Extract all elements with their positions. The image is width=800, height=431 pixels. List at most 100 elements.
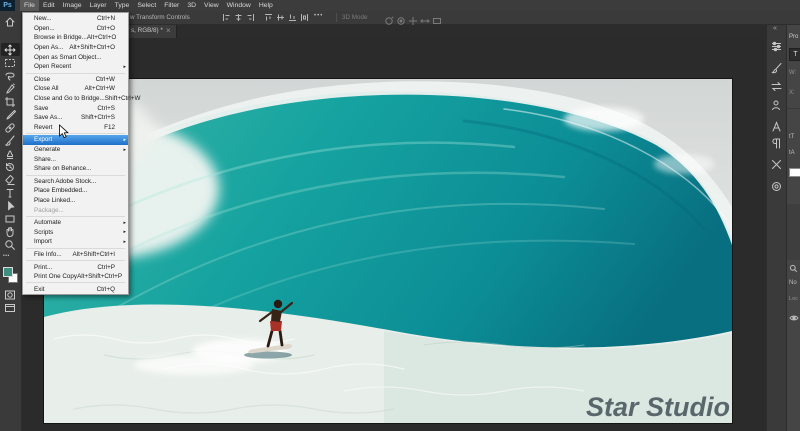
- shape-tool-icon[interactable]: [4, 213, 17, 225]
- marquee-tool-icon[interactable]: [4, 57, 17, 69]
- menu-item-export[interactable]: Export▸: [23, 135, 128, 145]
- layer-visibility-eye-icon[interactable]: [789, 314, 799, 324]
- show-transform-controls-label[interactable]: w Transform Controls: [130, 14, 190, 21]
- color-panel-icon[interactable]: [770, 40, 784, 53]
- screen-mode-icon[interactable]: [4, 302, 17, 314]
- x-field-label: X:: [789, 90, 795, 96]
- menubar-item-filter[interactable]: Filter: [160, 0, 183, 11]
- submenu-arrow-icon: ▸: [123, 147, 126, 153]
- move-tool-icon[interactable]: [4, 44, 17, 56]
- menu-item-close-all[interactable]: Close AllAlt+Ctrl+W: [23, 84, 128, 94]
- options-overflow-icon[interactable]: •••: [314, 13, 323, 19]
- menubar-item-help[interactable]: Help: [255, 0, 277, 11]
- menu-item-generate[interactable]: Generate▸: [23, 145, 128, 155]
- menu-item-exit[interactable]: ExitCtrl+Q: [23, 284, 128, 294]
- menu-item-new[interactable]: New...Ctrl+N: [23, 14, 128, 24]
- menubar-item-window[interactable]: Window: [223, 0, 255, 11]
- lasso-tool-icon[interactable]: [4, 70, 17, 82]
- menu-item-import[interactable]: Import▸: [23, 237, 128, 247]
- document-image[interactable]: Star Studio: [44, 79, 732, 423]
- menubar-item-edit[interactable]: Edit: [39, 0, 59, 11]
- history-brush-tool-icon[interactable]: [4, 161, 17, 173]
- hand-tool-icon[interactable]: [4, 226, 17, 238]
- brush-tool-icon[interactable]: [4, 135, 17, 147]
- paragraph-panel-icon[interactable]: [770, 137, 784, 150]
- menu-separator: [26, 248, 125, 249]
- menubar-item-type[interactable]: Type: [111, 0, 134, 11]
- eyedropper-tool-icon[interactable]: [4, 109, 17, 121]
- menu-item-share-on-behance[interactable]: Share on Behance...: [23, 164, 128, 174]
- menu-item-open-as-smart-object[interactable]: Open as Smart Object...: [23, 52, 128, 62]
- surfer-wake: [134, 355, 254, 375]
- clone-source-panel-icon[interactable]: [770, 80, 784, 93]
- path-selection-tool-icon[interactable]: [4, 200, 17, 212]
- zoom-tool-icon[interactable]: [4, 239, 17, 251]
- character-panel-icon[interactable]: [770, 120, 784, 133]
- opentype-ta-button[interactable]: tA: [789, 150, 795, 156]
- home-icon[interactable]: [4, 16, 17, 28]
- menu-item-save[interactable]: SaveCtrl+S: [23, 103, 128, 113]
- crop-tool-icon[interactable]: [4, 96, 17, 108]
- adjustments-panel-icon[interactable]: [770, 158, 784, 171]
- 3d-zoom-icon[interactable]: [432, 13, 442, 23]
- menu-item-place-embedded[interactable]: Place Embedded...: [23, 186, 128, 196]
- menu-item-close[interactable]: CloseCtrl+W: [23, 75, 128, 85]
- toolbar-overflow-icon[interactable]: •••: [3, 253, 10, 259]
- menu-item-package: Package...: [23, 205, 128, 215]
- menu-item-browse-in-bridge[interactable]: Browse in Bridge...Alt+Ctrl+O: [23, 33, 128, 43]
- menubar-item-image[interactable]: Image: [59, 0, 86, 11]
- menu-item-close-and-go-to-bridge[interactable]: Close and Go to Bridge...Shift+Ctrl+W: [23, 94, 128, 104]
- menu-item-save-as[interactable]: Save As...Shift+Ctrl+S: [23, 113, 128, 123]
- type-properties-button[interactable]: T: [789, 48, 800, 61]
- align-top-icon[interactable]: [264, 13, 273, 22]
- foreground-color-swatch[interactable]: [3, 267, 13, 277]
- type-tool-icon[interactable]: [4, 187, 17, 199]
- brush-settings-panel-icon[interactable]: [770, 62, 784, 75]
- menubar-item-select[interactable]: Select: [133, 0, 160, 11]
- align-bottom-icon[interactable]: [288, 13, 297, 22]
- healing-brush-tool-icon[interactable]: [4, 122, 17, 134]
- close-tab-icon[interactable]: ×: [166, 26, 171, 36]
- styles-panel-icon[interactable]: [770, 180, 784, 193]
- distribute-icon[interactable]: [300, 13, 309, 22]
- menubar-item-3d[interactable]: 3D: [183, 0, 200, 11]
- menu-item-open[interactable]: Open...Ctrl+O: [23, 24, 128, 34]
- align-left-icon[interactable]: [222, 13, 231, 22]
- align-right-icon[interactable]: [246, 13, 255, 22]
- quick-selection-tool-icon[interactable]: [4, 83, 17, 95]
- eraser-tool-icon[interactable]: [4, 174, 17, 186]
- menu-item-scripts[interactable]: Scripts▸: [23, 227, 128, 237]
- quick-mask-icon[interactable]: [4, 289, 17, 301]
- menubar-item-layer[interactable]: Layer: [86, 0, 111, 11]
- align-center-h-icon[interactable]: [234, 13, 243, 22]
- menu-item-print[interactable]: Print...Ctrl+P: [23, 262, 128, 272]
- menu-item-automate[interactable]: Automate▸: [23, 218, 128, 228]
- text-color-swatch[interactable]: [789, 168, 800, 177]
- menu-item-open-recent[interactable]: Open Recent▸: [23, 62, 128, 72]
- clone-stamp-tool-icon[interactable]: [4, 148, 17, 160]
- panel-divider: [787, 108, 800, 109]
- photoshop-window: Ps File Edit Image Layer Type Select Fil…: [0, 0, 800, 431]
- watermark-text: Star Studio: [586, 392, 730, 422]
- menu-item-revert[interactable]: RevertF12: [23, 123, 128, 133]
- 3d-roll-icon[interactable]: [396, 13, 406, 23]
- menu-item-print-one-copy[interactable]: Print One CopyAlt+Shift+Ctrl+P: [23, 272, 128, 282]
- document-tab-bar: s, RGB/8) * ×: [21, 24, 766, 38]
- 3d-pan-icon[interactable]: [408, 13, 418, 23]
- menu-item-place-linked[interactable]: Place Linked...: [23, 196, 128, 206]
- blend-mode-fragment[interactable]: No: [789, 280, 797, 286]
- opentype-tt-button[interactable]: tT: [789, 134, 794, 140]
- menu-item-share[interactable]: Share...: [23, 154, 128, 164]
- menubar-item-view[interactable]: View: [200, 0, 223, 11]
- 3d-orbit-icon[interactable]: [384, 13, 394, 23]
- submenu-arrow-icon: ▸: [123, 229, 126, 235]
- align-center-v-icon[interactable]: [276, 13, 285, 22]
- menu-item-search-adobe-stock[interactable]: Search Adobe Stock...: [23, 177, 128, 187]
- expand-panels-icon[interactable]: «: [773, 25, 777, 32]
- menubar-item-file[interactable]: File: [20, 0, 39, 11]
- layers-search-icon[interactable]: [789, 264, 798, 275]
- 3d-slide-icon[interactable]: [420, 13, 430, 23]
- libraries-panel-icon[interactable]: [770, 99, 784, 112]
- menu-item-file-info[interactable]: File Info...Alt+Shift+Ctrl+I: [23, 250, 128, 260]
- menu-item-open-as[interactable]: Open As...Alt+Shift+Ctrl+O: [23, 43, 128, 53]
